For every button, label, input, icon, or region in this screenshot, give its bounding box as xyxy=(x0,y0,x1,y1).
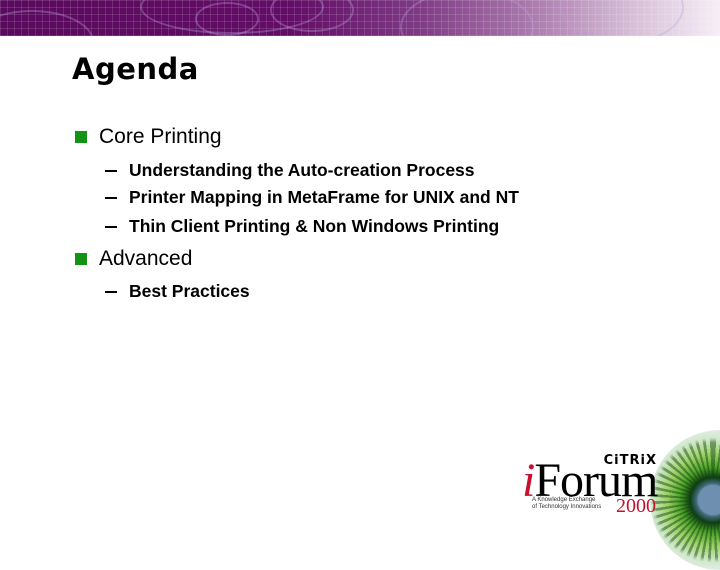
sub-bullet-item: Best Practices xyxy=(105,281,250,302)
decorative-swirl xyxy=(560,0,684,36)
sub-bullet-label: Understanding the Auto-creation Process xyxy=(129,160,475,180)
tagline-line: of Technology Innovations xyxy=(532,504,602,510)
tagline-line: A Knowledge Exchange xyxy=(532,497,596,503)
slide-title: Agenda xyxy=(72,52,199,86)
dash-bullet-icon xyxy=(105,225,117,228)
sub-bullet-label: Thin Client Printing & Non Windows Print… xyxy=(129,216,500,236)
dash-bullet-icon xyxy=(105,290,117,293)
square-bullet-icon xyxy=(75,253,87,265)
iforum-logo: CiTRiX iForum A Knowledge Exchange of Te… xyxy=(520,445,665,520)
sub-bullet-label: Best Practices xyxy=(129,281,250,301)
logo-year: 2000 xyxy=(616,495,656,517)
bullet-label: Core Printing xyxy=(99,125,222,148)
sub-bullet-label: Printer Mapping in MetaFrame for UNIX an… xyxy=(129,187,519,207)
dash-bullet-icon xyxy=(105,169,117,172)
logo-tagline: A Knowledge Exchange of Technology Innov… xyxy=(532,497,601,511)
bullet-item-advanced: Advanced xyxy=(75,247,192,271)
header-banner xyxy=(0,0,720,36)
square-bullet-icon xyxy=(75,131,87,143)
bullet-item-core-printing: Core Printing xyxy=(75,125,222,149)
sub-bullet-item: Understanding the Auto-creation Process xyxy=(105,160,475,181)
dash-bullet-icon xyxy=(105,196,117,199)
decorative-swirl xyxy=(195,2,259,36)
decorative-swirl xyxy=(400,0,534,36)
decorative-swirl xyxy=(0,10,94,36)
sub-bullet-item: Printer Mapping in MetaFrame for UNIX an… xyxy=(105,187,519,208)
sub-bullet-item: Thin Client Printing & Non Windows Print… xyxy=(105,216,499,237)
bullet-label: Advanced xyxy=(99,247,193,270)
